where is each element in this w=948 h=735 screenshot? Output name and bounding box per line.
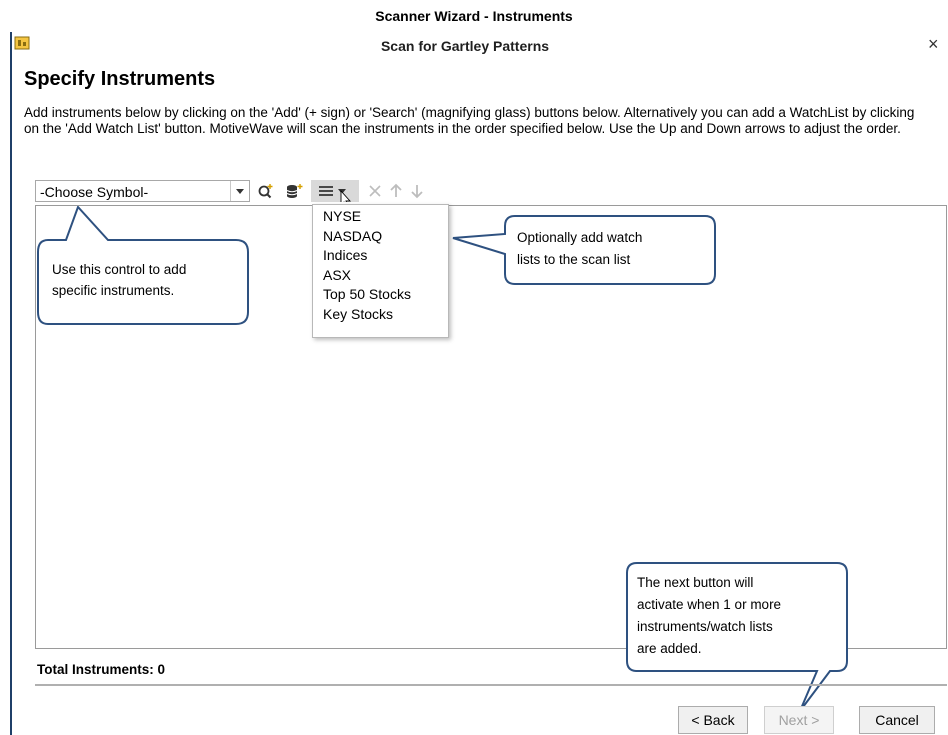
menu-item-key-stocks[interactable]: Key Stocks	[313, 305, 448, 325]
menu-item-asx[interactable]: ASX	[313, 266, 448, 286]
search-add-icon[interactable]	[255, 180, 277, 202]
window-title: Scan for Gartley Patterns	[380, 38, 550, 54]
window-frame	[10, 32, 12, 735]
next-callout-line-4: are added.	[637, 641, 702, 656]
symbol-callout: Use this control to add specific instrum…	[37, 206, 249, 325]
page-heading: Specify Instruments	[24, 68, 216, 90]
chevron-down-icon[interactable]	[230, 181, 249, 201]
choose-symbol-value: -Choose Symbol-	[40, 184, 149, 200]
back-button[interactable]: < Back	[678, 706, 748, 734]
watchlist-callout: Optionally add watch lists to the scan l…	[452, 215, 716, 285]
menu-item-nasdaq[interactable]: NASDAQ	[313, 227, 448, 247]
menu-item-indices[interactable]: Indices	[313, 246, 448, 266]
database-add-icon[interactable]	[283, 180, 305, 202]
move-up-icon	[385, 180, 407, 202]
next-callout-line-3: instruments/watch lists	[637, 619, 773, 634]
symbol-callout-line-2: specific instruments.	[52, 283, 174, 298]
next-button: Next >	[764, 706, 834, 734]
watchlist-dropdown[interactable]: NYSE NASDAQ Indices ASX Top 50 Stocks Ke…	[312, 204, 449, 338]
next-callout-line-1: The next button will	[637, 575, 753, 590]
watchlist-callout-line-1: Optionally add watch	[517, 230, 642, 245]
total-instruments-label: Total Instruments: 0	[37, 662, 166, 677]
menu-item-top-50-stocks[interactable]: Top 50 Stocks	[313, 285, 448, 305]
close-icon[interactable]: ×	[928, 34, 939, 54]
next-callout-line-2: activate when 1 or more	[637, 597, 781, 612]
menu-item-nyse[interactable]: NYSE	[313, 207, 448, 227]
next-callout: The next button will activate when 1 or …	[626, 562, 848, 712]
watchlist-callout-line-2: lists to the scan list	[517, 252, 631, 267]
remove-icon	[364, 180, 386, 202]
document-title: Scanner Wizard - Instruments	[375, 8, 573, 24]
footer-divider	[35, 684, 947, 686]
instructions-text: Add instruments below by clicking on the…	[24, 105, 915, 136]
cancel-button[interactable]: Cancel	[859, 706, 935, 734]
move-down-icon	[406, 180, 428, 202]
choose-symbol-combo[interactable]: -Choose Symbol-	[35, 180, 250, 202]
watchlist-menu-icon[interactable]	[315, 180, 357, 208]
symbol-callout-line-1: Use this control to add	[52, 262, 186, 277]
